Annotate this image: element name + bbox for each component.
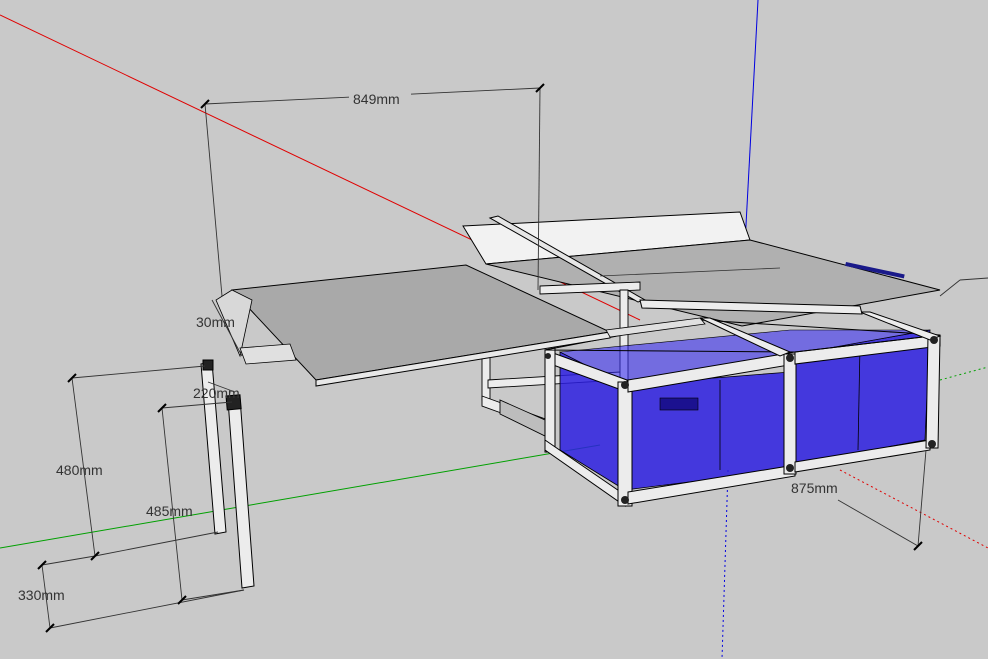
dimension-label-485: 485mm (146, 503, 193, 519)
dimension-label-875: 875mm (791, 480, 838, 496)
dimension-label-220: 220mm (193, 385, 240, 401)
dimension-label-849: 849mm (353, 91, 400, 107)
red-x-axis-ext (839, 469, 988, 549)
dimension-label-480: 480mm (56, 462, 103, 478)
model-canvas[interactable]: 849mm 30mm 220mm 480mm 485mm 330mm 875mm (0, 0, 988, 659)
green-y-axis (0, 444, 601, 549)
sketchup-viewport[interactable]: 849mm 30mm 220mm 480mm 485mm 330mm 875mm (0, 0, 988, 659)
dimension-label-330: 330mm (18, 587, 65, 603)
dimension-label-30: 30mm (196, 314, 235, 330)
crate-handle (659, 397, 699, 411)
blue-z-axis-down (721, 469, 729, 659)
table-leg-front (227, 397, 255, 589)
green-y-axis-ext (939, 366, 988, 381)
